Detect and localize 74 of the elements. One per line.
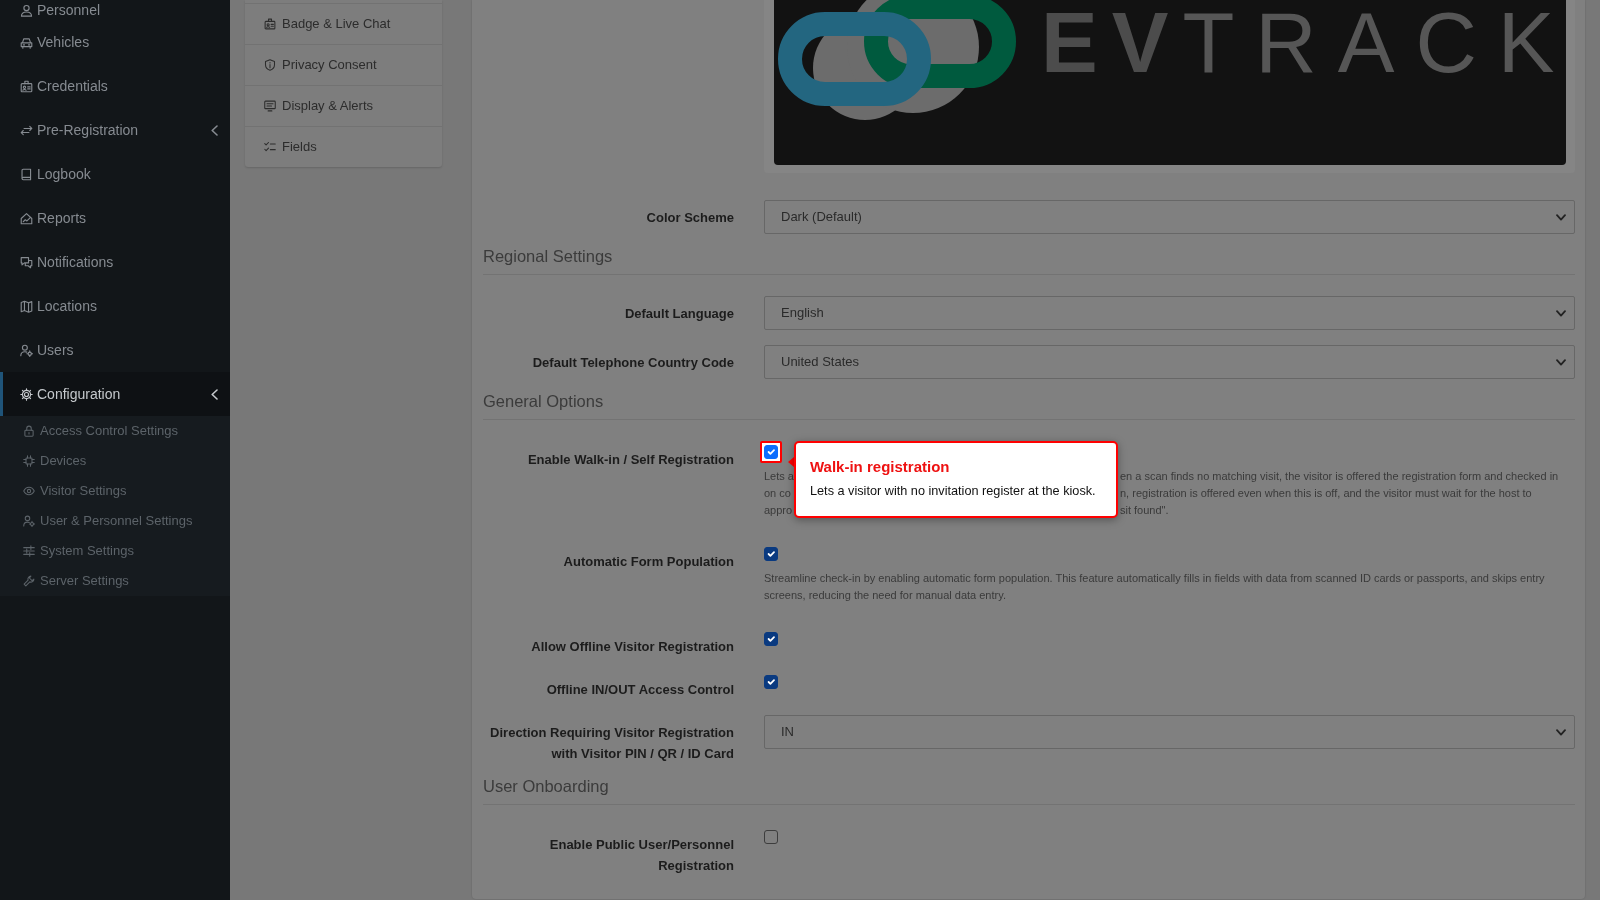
user-gear-icon <box>20 343 33 357</box>
id-badge-icon <box>264 18 276 30</box>
sidebar-item[interactable]: Notifications <box>0 240 230 284</box>
sliders-icon <box>23 545 35 557</box>
select-field[interactable]: English <box>764 296 1575 330</box>
gear-icon <box>20 387 33 401</box>
checkbox[interactable] <box>764 632 778 646</box>
help-text: n, registration is offered even when this is off, and the visitor must wait for the host to <box>1120 486 1532 501</box>
field-label: Automatic Form Population <box>563 554 734 569</box>
sidebar-item[interactable]: Pre-Registration <box>0 108 230 152</box>
settings-nav-item[interactable]: Fields <box>245 126 442 167</box>
checklist-icon <box>264 141 276 153</box>
help-text: Streamline check-in by enabling automatic form population. This feature automatically fills in fields with data from scanned ID cards or passports, and skips entry screens, reducing the need for manual data entry. <box>764 571 1546 603</box>
settings-nav-item[interactable]: Display & Alerts <box>245 85 442 126</box>
chip-icon <box>23 455 35 467</box>
sidebar-subitem[interactable]: User & Personnel Settings <box>0 506 230 536</box>
user-gear-icon <box>23 515 35 527</box>
map-icon <box>20 299 33 313</box>
checkbox[interactable] <box>764 547 778 561</box>
wrench-icon <box>23 575 35 587</box>
sidebar-item[interactable]: Users <box>0 328 230 372</box>
chevron-down-icon <box>1556 358 1566 366</box>
help-text: Lets a <box>764 469 794 484</box>
help-text: sit found". <box>1120 503 1169 518</box>
sidebar-item[interactable]: Logbook <box>0 152 230 196</box>
sidebar-item[interactable]: Configuration <box>0 372 230 416</box>
help-text: on co <box>764 486 791 501</box>
sidebar-item[interactable]: Reports <box>0 196 230 240</box>
car-icon <box>20 35 33 49</box>
sidebar-subitem[interactable]: System Settings <box>0 536 230 566</box>
sidebar-item[interactable]: Locations <box>0 284 230 328</box>
section-heading: General Options <box>483 392 604 410</box>
user-icon <box>20 3 33 17</box>
field-label: Default Language <box>624 306 734 321</box>
field-label: Enable Public User/Personnel Registration <box>549 837 734 873</box>
field-label: Offline IN/OUT Access Control <box>546 682 734 697</box>
sidebar-subitem[interactable]: Visitor Settings <box>0 476 230 506</box>
id-badge-icon <box>20 79 33 93</box>
tooltip-title: Walk-in registration <box>810 457 951 477</box>
chart-icon <box>20 211 33 225</box>
field-label: Direction Requiring Visitor Registration with Visitor PIN / QR / ID Card <box>490 725 734 761</box>
help-text: appro <box>764 503 793 518</box>
select-field[interactable]: IN <box>764 715 1575 749</box>
field-label: Allow Offline Visitor Registration <box>531 639 734 654</box>
sidebar-subitem[interactable]: Server Settings <box>0 566 230 596</box>
chevron-down-icon <box>1556 728 1566 736</box>
tooltip-text: Lets a visitor with no invitation register at the kiosk. <box>810 483 1097 500</box>
checkbox[interactable] <box>764 675 778 689</box>
chevron-down-icon <box>1556 213 1566 221</box>
sidebar-subitem[interactable]: Access Control Settings <box>0 416 230 446</box>
lock-icon <box>23 425 35 437</box>
chevron-down-icon <box>1556 309 1566 317</box>
monitor-icon <box>264 100 276 112</box>
sidebar-item[interactable]: Vehicles <box>0 20 230 64</box>
help-text: en a scan finds no matching visit, the visitor is offered the registration form and checked in <box>1120 469 1559 484</box>
book-icon <box>20 167 33 181</box>
section-heading: User Onboarding <box>483 777 609 795</box>
select-field[interactable]: United States <box>764 345 1575 379</box>
eye-icon <box>23 485 35 497</box>
field-label: Default Telephone Country Code <box>532 355 734 370</box>
shield-icon <box>264 59 276 71</box>
sidebar-item[interactable]: Credentials <box>0 64 230 108</box>
section-heading: Regional Settings <box>483 247 613 265</box>
settings-nav-item[interactable]: Privacy Consent <box>245 44 442 85</box>
sidebar-subitem[interactable]: Devices <box>0 446 230 476</box>
settings-nav-item[interactable]: Badge & Live Chat <box>245 3 442 44</box>
logo-text: EVTRACK <box>1041 0 1566 85</box>
checkbox[interactable] <box>764 830 778 844</box>
select-field[interactable]: Dark (Default) <box>764 200 1575 234</box>
arrows-icon <box>20 123 33 137</box>
sidebar-item[interactable]: Personnel <box>0 0 230 20</box>
field-label: Enable Walk-in / Self Registration <box>527 452 734 467</box>
field-label: Color Scheme <box>646 210 734 225</box>
chat-icon <box>20 255 33 269</box>
